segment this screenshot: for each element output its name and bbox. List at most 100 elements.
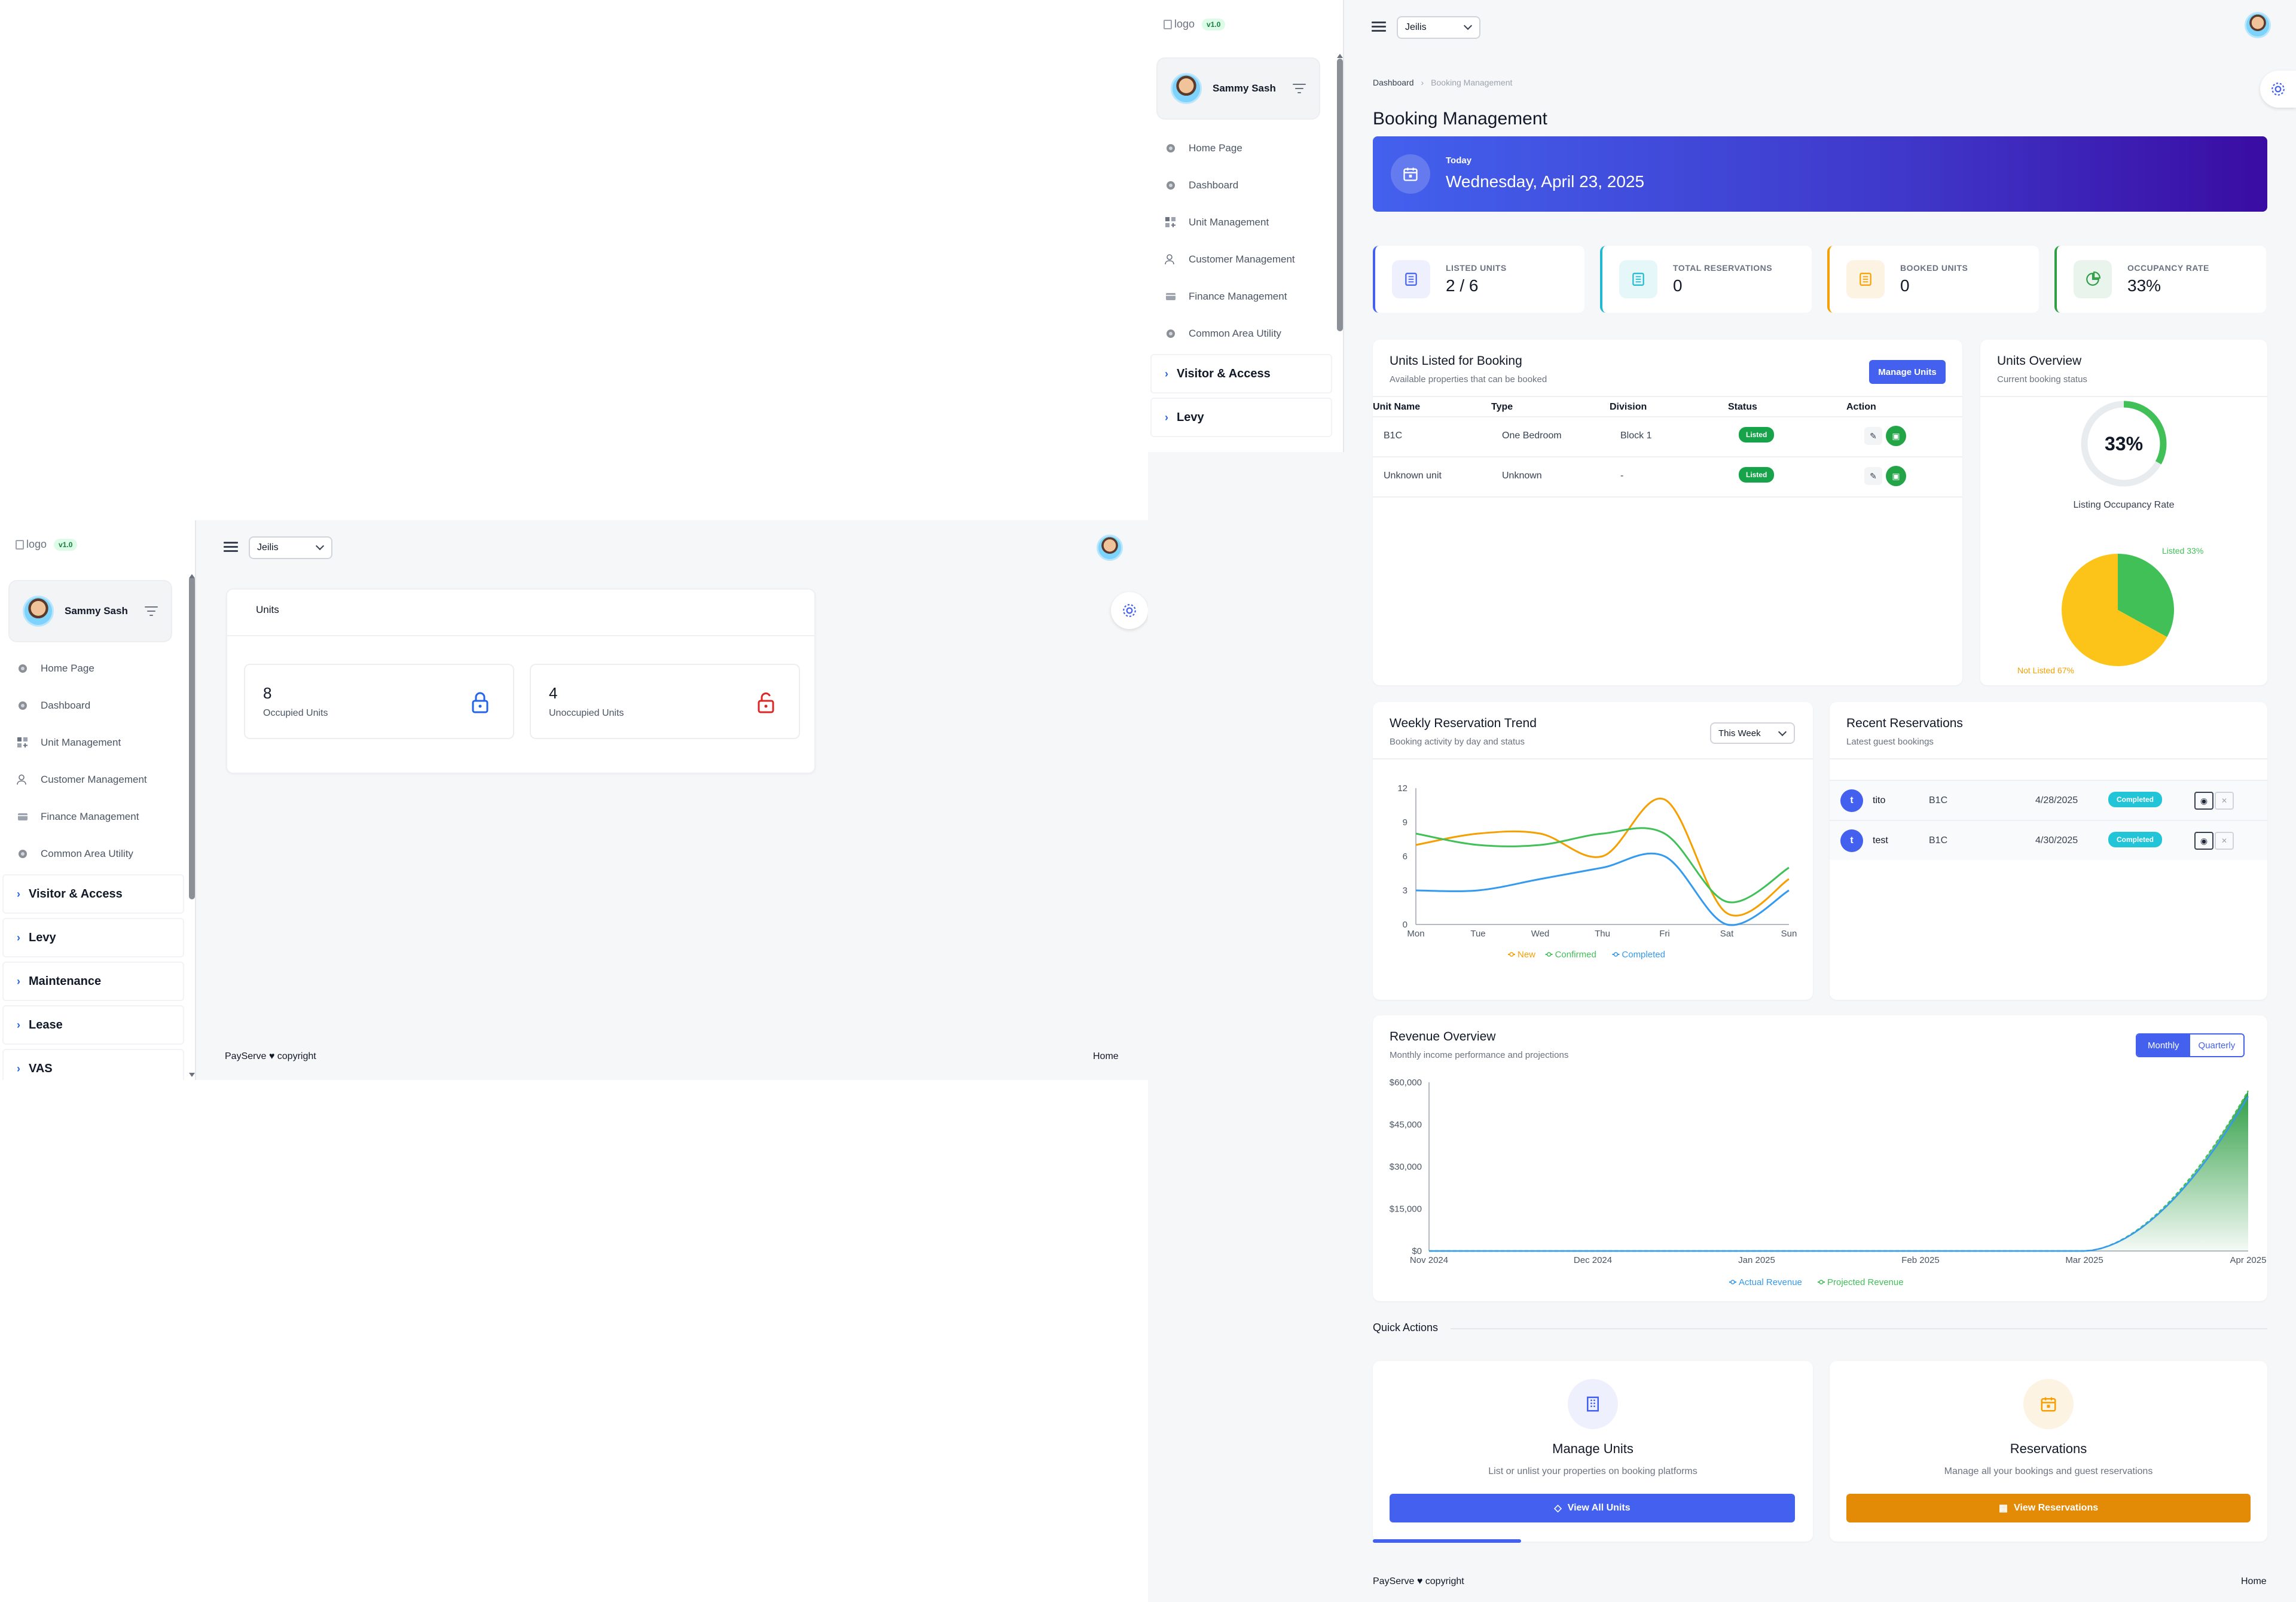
view-all-units-button[interactable]: ◇ View All Units [1390, 1494, 1795, 1522]
sidebar-scrollbar[interactable] [189, 576, 195, 899]
view-reservations-button[interactable]: ▦ View Reservations [1846, 1494, 2251, 1522]
sidebar-item-finance-management[interactable]: Finance Management [1164, 285, 1287, 309]
sidebar-group-lease[interactable]: › Lease [2, 1005, 184, 1045]
legend-item-projected-revenue[interactable]: Projected Revenue [1818, 1277, 1904, 1287]
stat-card-listed-units: Listed Units 2 / 6 [1373, 246, 1584, 313]
scroll-down-icon[interactable] [189, 1073, 195, 1077]
table-header: Action [1846, 402, 1876, 412]
stat-icon [1846, 260, 1885, 298]
legend-item-new[interactable]: New [1508, 950, 1535, 960]
stat-icon [1619, 260, 1657, 298]
menu-icon[interactable] [224, 542, 238, 553]
eye-icon[interactable]: ◉ [2194, 792, 2213, 810]
legend-item-completed[interactable]: Completed [1612, 950, 1665, 960]
stat-card-total-reservations: Total Reservations 0 [1600, 246, 1812, 313]
sidebar-item-common-area-utility[interactable]: Common Area Utility [1164, 322, 1281, 346]
stat-value: 33% [2127, 276, 2161, 295]
breadcrumb-current: Booking Management [1431, 78, 1513, 87]
edit-icon[interactable]: ✎ [1864, 467, 1882, 485]
revenue-card: Revenue Overview Monthly income performa… [1373, 1015, 2267, 1301]
sidebar-item-label: Finance Management [41, 811, 139, 822]
x-tick-label: Feb 2025 [1901, 1255, 1939, 1265]
sidebar-item-unit-management[interactable]: Unit Management [16, 731, 121, 755]
week-range-select[interactable]: This Week [1710, 722, 1795, 744]
unlist-icon[interactable]: ▣ [1886, 426, 1906, 446]
calendar-icon: ▦ [1998, 1503, 2008, 1513]
sidebar-group-visitor-access[interactable]: › Visitor & Access [1150, 354, 1332, 393]
property-select[interactable]: Jeilis [1397, 16, 1480, 39]
gear-icon [2271, 83, 2285, 96]
sidebar-item-home-page[interactable]: Home Page [1164, 136, 1242, 160]
sidebar-group-levy[interactable]: › Levy [1150, 398, 1332, 437]
view-reservations-label: View Reservations [2014, 1503, 2099, 1513]
table-header: Division [1610, 402, 1647, 412]
property-select[interactable]: Jeilis [249, 536, 332, 559]
sidebar-item-home-page[interactable]: Home Page [16, 657, 94, 681]
table-cell: Unknown unit [1384, 471, 1442, 481]
legend-label: New [1518, 950, 1535, 960]
sidebar-group-vas[interactable]: › VAS [2, 1049, 184, 1080]
recent-reservations-card: Recent Reservations Latest guest booking… [1830, 702, 2267, 1000]
sidebar-group-maintenance[interactable]: › Maintenance [2, 962, 184, 1001]
user-card[interactable]: Sammy Sash [8, 580, 172, 642]
reservations-action-card: Reservations Manage all your bookings an… [1830, 1361, 2267, 1542]
sidebar-group-visitor-access[interactable]: › Visitor & Access [2, 874, 184, 914]
monthly-toggle-button[interactable]: Monthly [2137, 1035, 2190, 1056]
broken-image-icon [16, 539, 24, 550]
sidebar-item-customer-management[interactable]: Customer Management [16, 768, 147, 792]
stat-label: Total Reservations [1673, 263, 1773, 273]
x-tick-label: Wed [1531, 929, 1550, 939]
footer-brand: PayServe [1373, 1576, 1415, 1586]
table-cell: One Bedroom [1502, 431, 1562, 441]
user-name: Sammy Sash [1213, 83, 1276, 94]
y-tick-label: 3 [1403, 886, 1407, 896]
filter-icon[interactable] [1293, 84, 1306, 93]
legend-item-actual-revenue[interactable]: Actual Revenue [1729, 1277, 1802, 1287]
edit-icon[interactable]: ✎ [1864, 427, 1882, 445]
eye-icon[interactable]: ◉ [2194, 832, 2213, 850]
scroll-up-icon[interactable] [189, 574, 195, 578]
chevron-down-icon [1778, 727, 1787, 737]
chevron-down-icon [315, 541, 325, 551]
units-card-title: Units [256, 604, 279, 615]
filter-icon[interactable] [145, 606, 158, 616]
sidebar-item-dashboard[interactable]: Dashboard [16, 694, 90, 718]
cancel-icon[interactable]: ✕ [2215, 832, 2234, 850]
user-card[interactable]: Sammy Sash [1156, 57, 1320, 120]
menu-icon[interactable] [1372, 22, 1386, 32]
sidebar-item-customer-management[interactable]: Customer Management [1164, 248, 1295, 271]
legend-item-confirmed[interactable]: Confirmed [1545, 950, 1596, 960]
reservation-unit: B1C [1929, 835, 1948, 846]
sidebar-item-label: Dashboard [1189, 179, 1239, 191]
scroll-up-icon[interactable] [1337, 54, 1343, 58]
status-badge-label: Listed [1739, 427, 1775, 443]
sidebar-scrollbar[interactable] [1337, 59, 1343, 331]
breadcrumb-home[interactable]: Dashboard [1373, 78, 1414, 87]
sidebar-item-unit-management[interactable]: Unit Management [1164, 210, 1269, 234]
sidebar-item-common-area-utility[interactable]: Common Area Utility [16, 842, 133, 866]
heart-icon: ♥ [1416, 1576, 1423, 1586]
quarterly-toggle-button[interactable]: Quarterly [2190, 1035, 2244, 1056]
occupied-units-label: Occupied Units [263, 708, 328, 718]
settings-fab[interactable] [2260, 71, 2296, 108]
calendar-icon [2041, 1397, 2056, 1412]
quick-actions-heading: Quick Actions [1373, 1322, 1439, 1334]
quick-actions-divider [1451, 1328, 2267, 1329]
manage-units-action-card: Manage Units List or unlist your propert… [1373, 1361, 1813, 1542]
settings-fab[interactable] [1111, 592, 1148, 629]
sidebar-item-dashboard[interactable]: Dashboard [1164, 173, 1238, 197]
x-tick-label: Mar 2025 [2065, 1255, 2103, 1265]
unlist-icon[interactable]: ▣ [1886, 466, 1906, 486]
gear-icon [1123, 604, 1136, 617]
cancel-icon[interactable]: ✕ [2215, 792, 2234, 810]
manage-units-button[interactable]: Manage Units [1869, 360, 1946, 384]
sidebar-group-levy[interactable]: › Levy [2, 918, 184, 957]
units-overview-subtitle: Current booking status [1997, 374, 2087, 385]
footer-home-link[interactable]: Home [1093, 1051, 1119, 1062]
header-avatar[interactable] [2245, 12, 2271, 38]
sidebar-item-finance-management[interactable]: Finance Management [16, 805, 139, 829]
footer-home-link[interactable]: Home [2241, 1576, 2267, 1587]
header-avatar[interactable] [1097, 535, 1123, 561]
x-tick-label: Jan 2025 [1738, 1255, 1775, 1265]
table-cell: B1C [1384, 431, 1403, 441]
